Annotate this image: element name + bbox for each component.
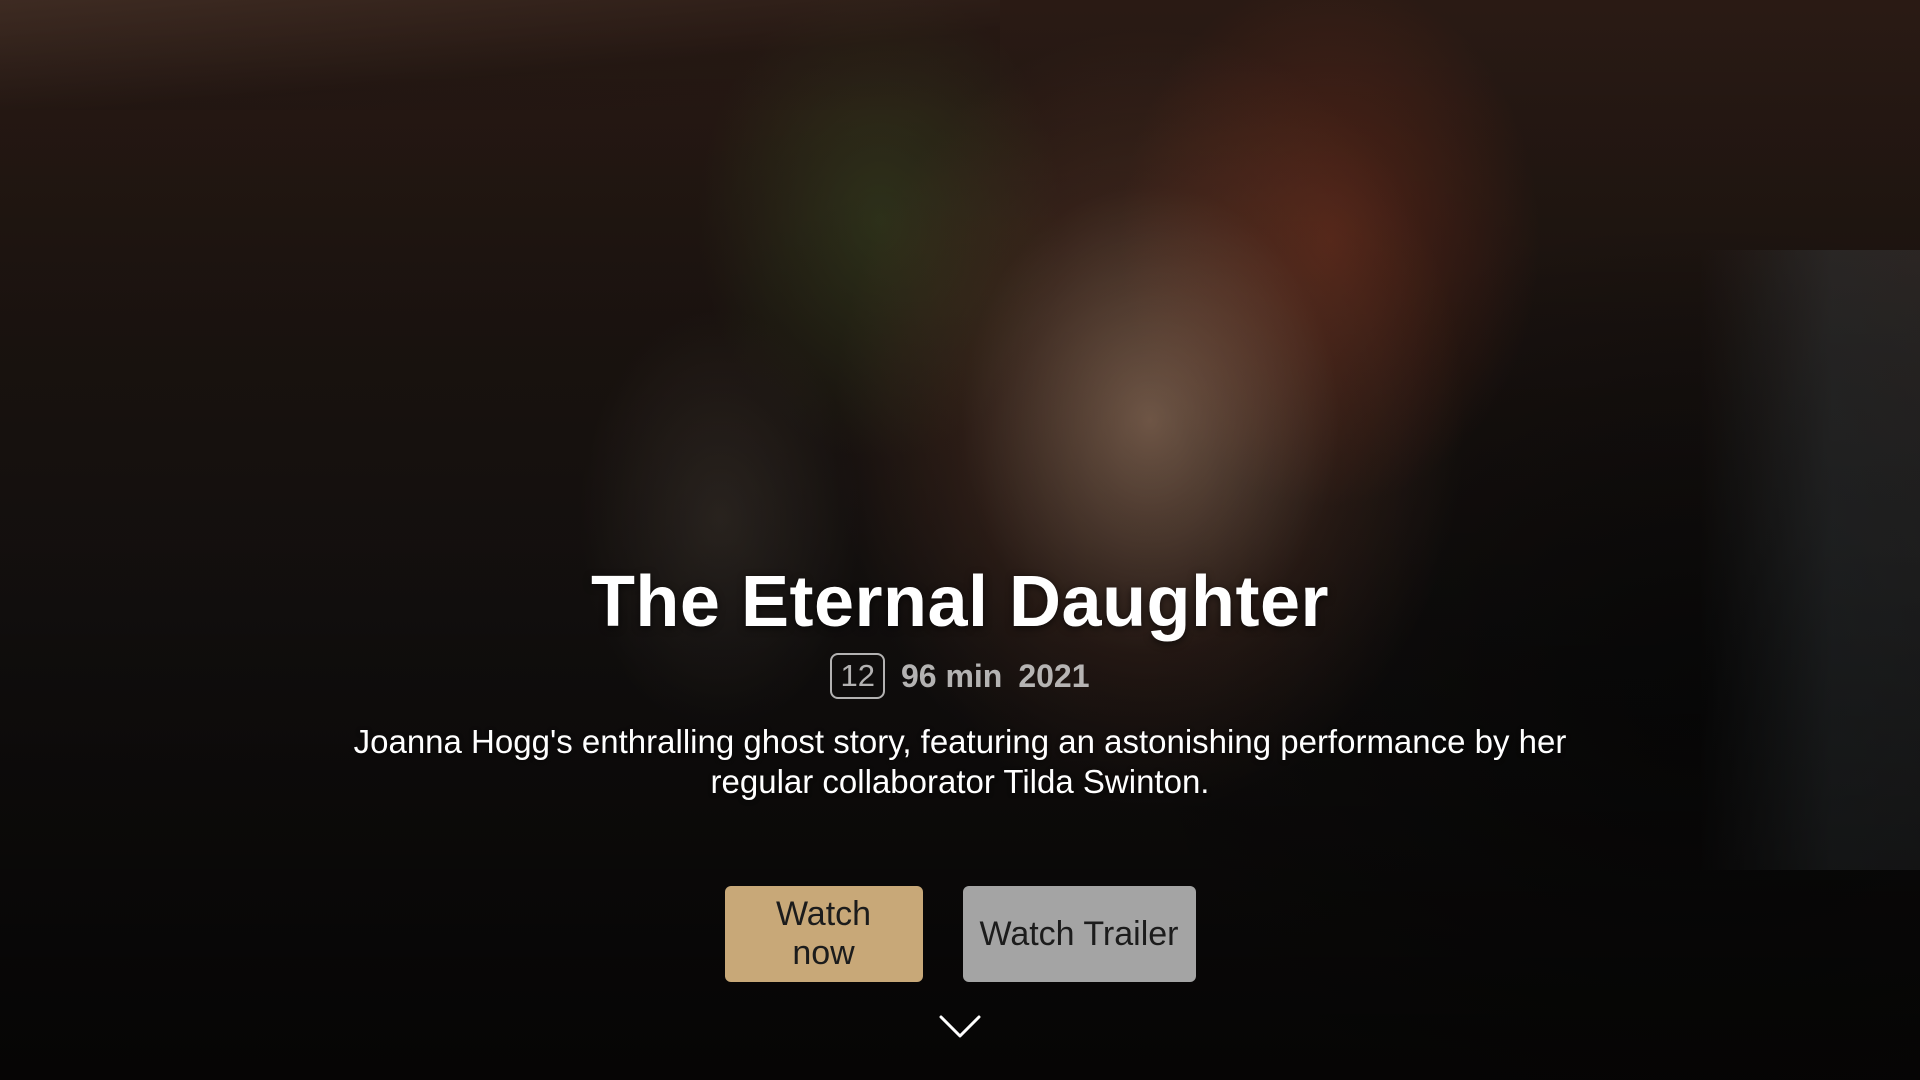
watch-now-button[interactable]: Watch now bbox=[724, 886, 923, 982]
hero-actions: Watch now Watch Trailer bbox=[0, 886, 1920, 982]
movie-title: The Eternal Daughter bbox=[590, 562, 1330, 642]
movie-duration: 96 min bbox=[900, 657, 1003, 694]
movie-year: 2021 bbox=[1018, 657, 1090, 694]
movie-meta: 12 96 min 2021 bbox=[0, 652, 1920, 700]
chevron-down-icon[interactable] bbox=[939, 1014, 981, 1040]
hero-banner: The Eternal Daughter 12 96 min 2021 Joan… bbox=[0, 0, 1920, 1080]
age-rating-badge: 12 bbox=[830, 653, 885, 699]
watch-trailer-button[interactable]: Watch Trailer bbox=[962, 886, 1196, 982]
movie-synopsis: Joanna Hogg's enthralling ghost story, f… bbox=[353, 723, 1567, 800]
hero-content: The Eternal Daughter 12 96 min 2021 Joan… bbox=[0, 560, 1920, 982]
